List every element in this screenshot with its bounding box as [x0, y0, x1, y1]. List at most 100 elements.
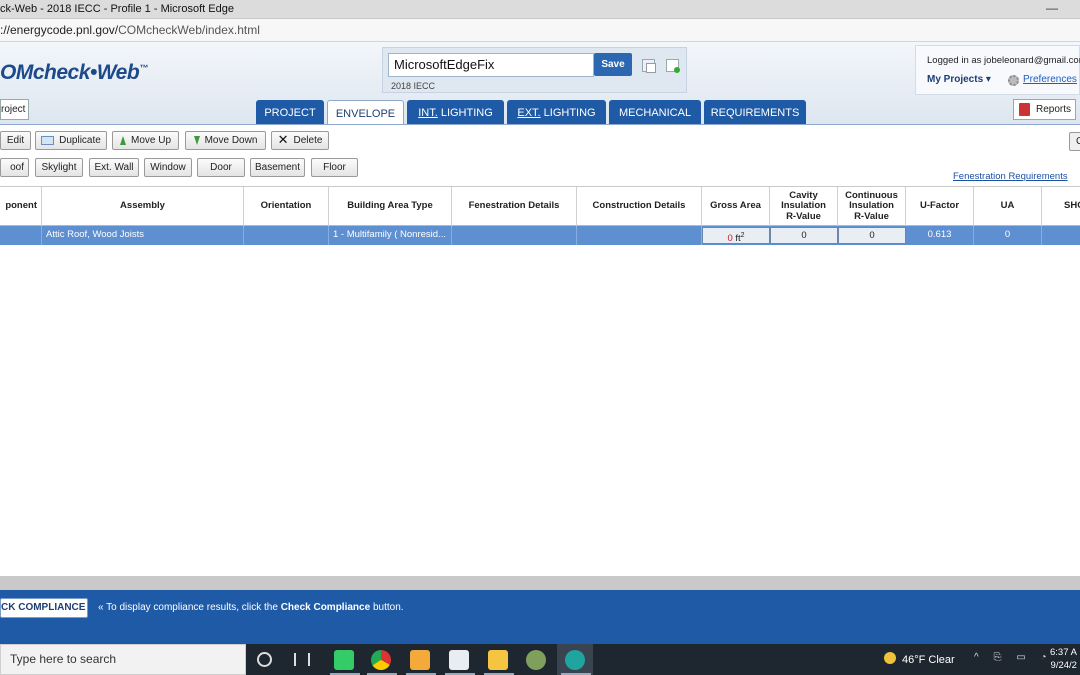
header-assembly[interactable]: Assembly	[42, 187, 244, 226]
add-floor-button[interactable]: Floor	[311, 158, 358, 177]
chrome-icon[interactable]	[371, 650, 391, 670]
tab-ext-lighting[interactable]: EXT. LIGHTING	[507, 100, 606, 124]
project-name-input[interactable]: MicrosoftEdgeFix	[388, 53, 594, 77]
copy-project-icon[interactable]	[642, 59, 656, 73]
cell-orientation[interactable]	[244, 226, 329, 245]
header-construction-details[interactable]: Construction Details	[577, 187, 702, 226]
gear-icon[interactable]	[1008, 75, 1019, 86]
envelope-toolbar: Edit Duplicate Move Up Move Down ✕ Delete…	[0, 124, 1080, 186]
app-icon-4[interactable]	[449, 650, 469, 670]
cell-ua: 0	[974, 226, 1042, 245]
tray-icons[interactable]: ^ ⎘ ▭ ◔	[974, 652, 1053, 663]
header-orientation[interactable]: Orientation	[244, 187, 329, 226]
header-u-factor[interactable]: U-Factor	[906, 187, 974, 226]
add-basement-button[interactable]: Basement	[250, 158, 305, 177]
add-skylight-button[interactable]: Skylight	[35, 158, 83, 177]
header-cavity-line3: R-Value	[786, 210, 821, 222]
cell-gross-area[interactable]: 0 ft2	[702, 227, 770, 244]
logo-text: OMcheck•Web	[0, 61, 140, 84]
minimize-button[interactable]: —	[1046, 1, 1058, 15]
app-icon-1[interactable]	[334, 650, 354, 670]
edge-icon[interactable]	[565, 650, 585, 670]
clock-time: 6:37 A	[1050, 647, 1077, 658]
delete-label: Delete	[293, 135, 323, 146]
header-component[interactable]: ponent	[0, 187, 42, 226]
cell-construction-details[interactable]	[577, 226, 702, 245]
right-toolbar-button[interactable]: C	[1069, 132, 1080, 151]
user-panel: Logged in as jobeleonard@gmail.com My Pr…	[915, 45, 1080, 95]
system-tray: 46°F Clear ^ ⎘ ▭ ◔ 6:37 A 9/24/2	[884, 644, 1080, 675]
add-door-button[interactable]: Door	[197, 158, 245, 177]
url-path: COMcheckWeb/index.html	[118, 23, 260, 37]
task-view-icon[interactable]	[294, 653, 310, 666]
gross-area-exponent: 2	[740, 232, 745, 239]
tab-envelope[interactable]: ENVELOPE	[327, 100, 404, 125]
duplicate-button[interactable]: Duplicate	[35, 131, 107, 150]
table-row[interactable]: Attic Roof, Wood Joists 1 - Multifamily …	[0, 226, 1080, 245]
move-down-button[interactable]: Move Down	[185, 131, 266, 150]
address-url[interactable]: ://energycode.pnl.gov/COMcheckWeb/index.…	[0, 23, 260, 37]
tab-int-lighting-u: INT.	[418, 107, 438, 119]
app-icon-3[interactable]	[410, 650, 430, 670]
tab-project[interactable]: PROJECT	[256, 100, 324, 124]
add-roof-button[interactable]: oof	[0, 158, 29, 177]
cell-component[interactable]	[0, 226, 42, 245]
grid-header: ponent Assembly Orientation Building Are…	[0, 186, 1080, 226]
duplicate-icon	[41, 135, 55, 145]
add-ext-wall-button[interactable]: Ext. Wall	[89, 158, 139, 177]
arrow-up-icon	[119, 135, 126, 145]
fenestration-requirements-link[interactable]: Fenestration Requirements	[953, 171, 1068, 182]
address-bar[interactable]: ://energycode.pnl.gov/COMcheckWeb/index.…	[0, 19, 1080, 42]
tab-ext-lighting-u: EXT.	[517, 107, 541, 119]
file-explorer-icon[interactable]	[488, 650, 508, 670]
cell-fenestration-details[interactable]	[452, 226, 577, 245]
weather-widget[interactable]: 46°F Clear	[884, 652, 955, 666]
comcheck-logo: OMcheck•Web™	[0, 61, 148, 85]
duplicate-label: Duplicate	[59, 135, 101, 146]
clock[interactable]: 6:37 A 9/24/2	[1050, 646, 1077, 672]
cortana-icon[interactable]	[257, 652, 272, 667]
cell-assembly[interactable]: Attic Roof, Wood Joists	[42, 226, 244, 245]
preferences-link[interactable]: Preferences	[1023, 74, 1077, 85]
compliance-message-bold: Check Compliance	[280, 602, 371, 613]
header-cavity-insulation[interactable]: Cavity Insulation R-Value	[770, 187, 838, 226]
header-fenestration-details[interactable]: Fenestration Details	[452, 187, 577, 226]
cell-cavity-r-value[interactable]: 0	[770, 227, 838, 244]
compliance-message-prefix: « To display compliance results, click t…	[98, 602, 281, 613]
logged-in-text: Logged in as jobeleonard@gmail.com	[927, 55, 1080, 66]
taskbar-search-input[interactable]: Type here to search	[0, 644, 246, 675]
compliance-message: « To display compliance results, click t…	[98, 602, 404, 613]
header-shgc[interactable]: SHG	[1042, 187, 1080, 226]
header-ua[interactable]: UA	[974, 187, 1042, 226]
add-window-button[interactable]: Window	[144, 158, 192, 177]
project-name-panel: MicrosoftEdgeFix Save 2018 IECC	[382, 47, 687, 93]
my-projects-menu[interactable]: My Projects ▾	[927, 74, 991, 85]
tab-mechanical[interactable]: MECHANICAL	[609, 100, 701, 124]
window-title-bar: ck-Web - 2018 IECC - Profile 1 - Microso…	[0, 0, 1080, 19]
header-building-area-type[interactable]: Building Area Type	[329, 187, 452, 226]
header-gross-area[interactable]: Gross Area	[702, 187, 770, 226]
main-tabs: PROJECT ENVELOPE INT. LIGHTING EXT. LIGH…	[0, 100, 1080, 125]
header-continuous-insulation[interactable]: Continuous Insulation R-Value	[838, 187, 906, 226]
compliance-message-suffix: button.	[370, 602, 404, 613]
tab-ext-lighting-rest: LIGHTING	[540, 107, 596, 119]
cell-continuous-r-value[interactable]: 0	[838, 227, 906, 244]
arrow-down-icon	[193, 135, 200, 145]
move-up-label: Move Up	[130, 135, 171, 146]
header-continuous-line3: R-Value	[854, 210, 889, 222]
check-compliance-button[interactable]: CK COMPLIANCE	[0, 598, 88, 618]
new-project-icon[interactable]	[666, 59, 680, 73]
cell-building-area-type[interactable]: 1 - Multifamily ( Nonresid...	[329, 226, 452, 245]
delete-button[interactable]: ✕ Delete	[271, 131, 329, 150]
tab-int-lighting[interactable]: INT. LIGHTING	[407, 100, 504, 124]
move-up-button[interactable]: Move Up	[112, 131, 179, 150]
save-button[interactable]: Save	[594, 53, 632, 76]
clock-date: 9/24/2	[1050, 660, 1077, 671]
envelope-grid: ponent Assembly Orientation Building Are…	[0, 186, 1080, 576]
window-title: ck-Web - 2018 IECC - Profile 1 - Microso…	[0, 3, 234, 15]
tab-requirements[interactable]: REQUIREMENTS	[704, 100, 806, 124]
compliance-bar: CK COMPLIANCE « To display compliance re…	[0, 576, 1080, 644]
cell-shgc[interactable]	[1042, 226, 1080, 245]
app-icon-6[interactable]	[526, 650, 546, 670]
edit-button[interactable]: Edit	[0, 131, 31, 150]
